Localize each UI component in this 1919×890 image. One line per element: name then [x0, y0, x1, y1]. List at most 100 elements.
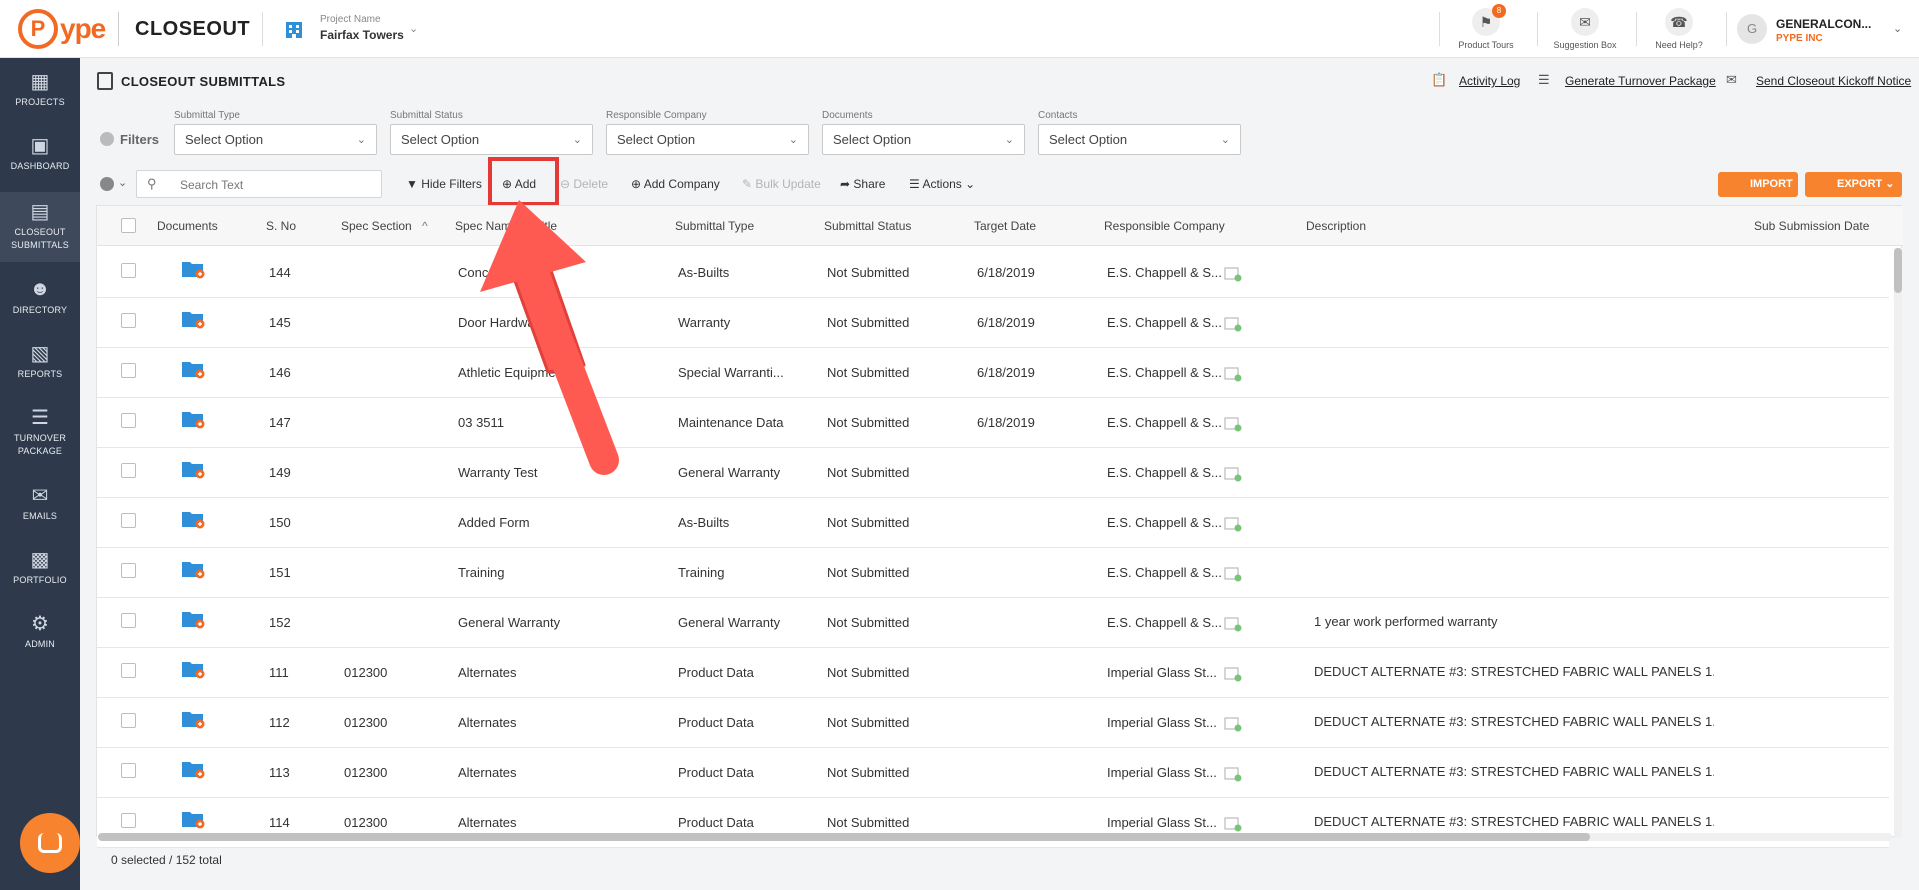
- activity-log-link[interactable]: Activity Log: [1459, 74, 1520, 88]
- sidebar-item-turnover-package[interactable]: ☰ TURNOVER PACKAGE: [0, 404, 80, 474]
- hide-filters-button[interactable]: ▼ Hide Filters: [406, 177, 482, 191]
- search-input[interactable]: ⚲ Search Text: [136, 170, 382, 198]
- table-row[interactable]: 111 012300 Alternates Product Data Not Submi…: [97, 648, 1889, 698]
- chevron-down-icon[interactable]: ⌄: [1893, 22, 1902, 35]
- column-toggle-icon[interactable]: [100, 177, 114, 191]
- submittal-type-select[interactable]: Select Option ⌄: [174, 124, 377, 155]
- suggestion-box-button[interactable]: ✉ Suggestion Box: [1540, 6, 1630, 54]
- row-checkbox[interactable]: [121, 463, 136, 478]
- sidebar-item-projects[interactable]: ▦ PROJECTS: [0, 68, 80, 124]
- add-contact-icon[interactable]: [1224, 467, 1242, 482]
- row-checkbox[interactable]: [121, 713, 136, 728]
- add-contact-icon[interactable]: [1224, 817, 1242, 832]
- sidebar-item-dashboard[interactable]: ▣ DASHBOARD: [0, 132, 80, 188]
- row-checkbox[interactable]: [121, 363, 136, 378]
- delete-button[interactable]: ⊖ Delete: [560, 177, 608, 191]
- user-name[interactable]: GENERALCON...: [1776, 17, 1871, 31]
- add-contact-icon[interactable]: [1224, 567, 1242, 582]
- row-checkbox[interactable]: [121, 263, 136, 278]
- actions-button[interactable]: ☰ Actions ⌄: [909, 177, 975, 191]
- scroll-thumb[interactable]: [1894, 248, 1902, 293]
- folder-upload-icon[interactable]: [181, 309, 205, 329]
- col-spec-section[interactable]: Spec Section: [341, 219, 412, 233]
- select-all-checkbox[interactable]: [121, 218, 136, 233]
- folder-upload-icon[interactable]: [181, 259, 205, 279]
- responsible-company-select[interactable]: Select Option ⌄: [606, 124, 809, 155]
- folder-upload-icon[interactable]: [181, 459, 205, 479]
- share-button[interactable]: ➦ Share: [840, 177, 885, 191]
- table-row[interactable]: 152 General Warranty General Warranty Not S…: [97, 598, 1889, 648]
- table-row[interactable]: 112 012300 Alternates Product Data Not Submi…: [97, 698, 1889, 748]
- col-submittal-status[interactable]: Submittal Status: [824, 219, 911, 233]
- folder-upload-icon[interactable]: [181, 409, 205, 429]
- sort-asc-icon[interactable]: ^: [422, 219, 428, 233]
- project-selector[interactable]: Fairfax Towers: [320, 28, 404, 42]
- product-tours-button[interactable]: ⚑ 8 Product Tours: [1441, 4, 1531, 54]
- horizontal-scrollbar[interactable]: [98, 833, 1892, 841]
- add-contact-icon[interactable]: [1224, 267, 1242, 282]
- col-sub-submission-date[interactable]: Sub Submission Date: [1754, 219, 1869, 233]
- col-target-date[interactable]: Target Date: [974, 219, 1036, 233]
- table-row[interactable]: 150 Added Form As-Builts Not Submitted E.S. …: [97, 498, 1889, 548]
- contacts-select[interactable]: Select Option ⌄: [1038, 124, 1241, 155]
- sidebar-item-reports[interactable]: ▧ REPORTS: [0, 340, 80, 396]
- folder-upload-icon[interactable]: [181, 509, 205, 529]
- chat-button[interactable]: [20, 813, 80, 873]
- generate-turnover-package-link[interactable]: Generate Turnover Package: [1565, 74, 1716, 88]
- row-checkbox[interactable]: [121, 563, 136, 578]
- col-responsible-company[interactable]: Responsible Company: [1104, 219, 1225, 233]
- folder-upload-icon[interactable]: [181, 659, 205, 679]
- col-s-no[interactable]: S. No: [266, 219, 296, 233]
- need-help-button[interactable]: ☎ Need Help?: [1634, 6, 1724, 54]
- table-row[interactable]: 113 012300 Alternates Product Data Not Submi…: [97, 748, 1889, 798]
- folder-upload-icon[interactable]: [181, 559, 205, 579]
- vertical-scrollbar[interactable]: [1894, 248, 1902, 838]
- import-button[interactable]: IMPORT: [1718, 172, 1798, 197]
- sidebar-item-emails[interactable]: ✉ EMAILS: [0, 482, 80, 538]
- sidebar-item-directory[interactable]: ☻ DIRECTORY: [0, 276, 80, 332]
- table-row[interactable]: 145 Door Hardware Warranty Not Submitted 6/1…: [97, 298, 1889, 348]
- row-checkbox[interactable]: [121, 813, 136, 828]
- row-checkbox[interactable]: [121, 413, 136, 428]
- table-row[interactable]: 149 Warranty Test General Warranty Not Subm…: [97, 448, 1889, 498]
- add-contact-icon[interactable]: [1224, 617, 1242, 632]
- folder-upload-icon[interactable]: [181, 759, 205, 779]
- col-documents[interactable]: Documents: [157, 219, 218, 233]
- folder-upload-icon[interactable]: [181, 809, 205, 829]
- submittal-status-select[interactable]: Select Option ⌄: [390, 124, 593, 155]
- col-description[interactable]: Description: [1306, 219, 1366, 233]
- sidebar-item-admin[interactable]: ⚙ ADMIN: [0, 610, 80, 666]
- send-kickoff-notice-link[interactable]: Send Closeout Kickoff Notice: [1756, 74, 1911, 88]
- bulk-update-button[interactable]: ✎ Bulk Update: [742, 177, 821, 191]
- table-row[interactable]: 144 Concrete As-Builts Not Submitted 6/18/20…: [97, 248, 1889, 298]
- sidebar-item-portfolio[interactable]: ▩ PORTFOLIO: [0, 546, 80, 602]
- table-row[interactable]: 151 Training Training Not Submitted E.S. Cha…: [97, 548, 1889, 598]
- row-checkbox[interactable]: [121, 763, 136, 778]
- table-row[interactable]: 147 03 3511 Maintenance Data Not Submitted 6…: [97, 398, 1889, 448]
- sidebar-item-closeout-submittals[interactable]: ▤ CLOSEOUT SUBMITTALS: [0, 192, 80, 262]
- folder-upload-icon[interactable]: [181, 709, 205, 729]
- col-submittal-type[interactable]: Submittal Type: [675, 219, 754, 233]
- folder-upload-icon[interactable]: [181, 609, 205, 629]
- chevron-down-icon[interactable]: ⌄: [409, 22, 418, 35]
- col-spec-name[interactable]: Spec Name or Title: [455, 219, 557, 233]
- add-contact-icon[interactable]: [1224, 767, 1242, 782]
- row-checkbox[interactable]: [121, 613, 136, 628]
- pype-logo[interactable]: P ype: [18, 8, 106, 50]
- documents-select[interactable]: Select Option ⌄: [822, 124, 1025, 155]
- add-contact-icon[interactable]: [1224, 367, 1242, 382]
- row-checkbox[interactable]: [121, 663, 136, 678]
- add-contact-icon[interactable]: [1224, 517, 1242, 532]
- table-row[interactable]: 146 Athletic Equipment Special Warranti...…: [97, 348, 1889, 398]
- export-button[interactable]: EXPORT ⌄: [1805, 172, 1902, 197]
- add-contact-icon[interactable]: [1224, 717, 1242, 732]
- add-contact-icon[interactable]: [1224, 317, 1242, 332]
- folder-upload-icon[interactable]: [181, 359, 205, 379]
- add-contact-icon[interactable]: [1224, 667, 1242, 682]
- add-company-button[interactable]: ⊕ Add Company: [631, 177, 720, 191]
- row-checkbox[interactable]: [121, 313, 136, 328]
- chevron-down-icon[interactable]: ⌄: [118, 176, 127, 189]
- row-checkbox[interactable]: [121, 513, 136, 528]
- scroll-thumb[interactable]: [98, 833, 1590, 841]
- avatar[interactable]: G: [1737, 14, 1767, 44]
